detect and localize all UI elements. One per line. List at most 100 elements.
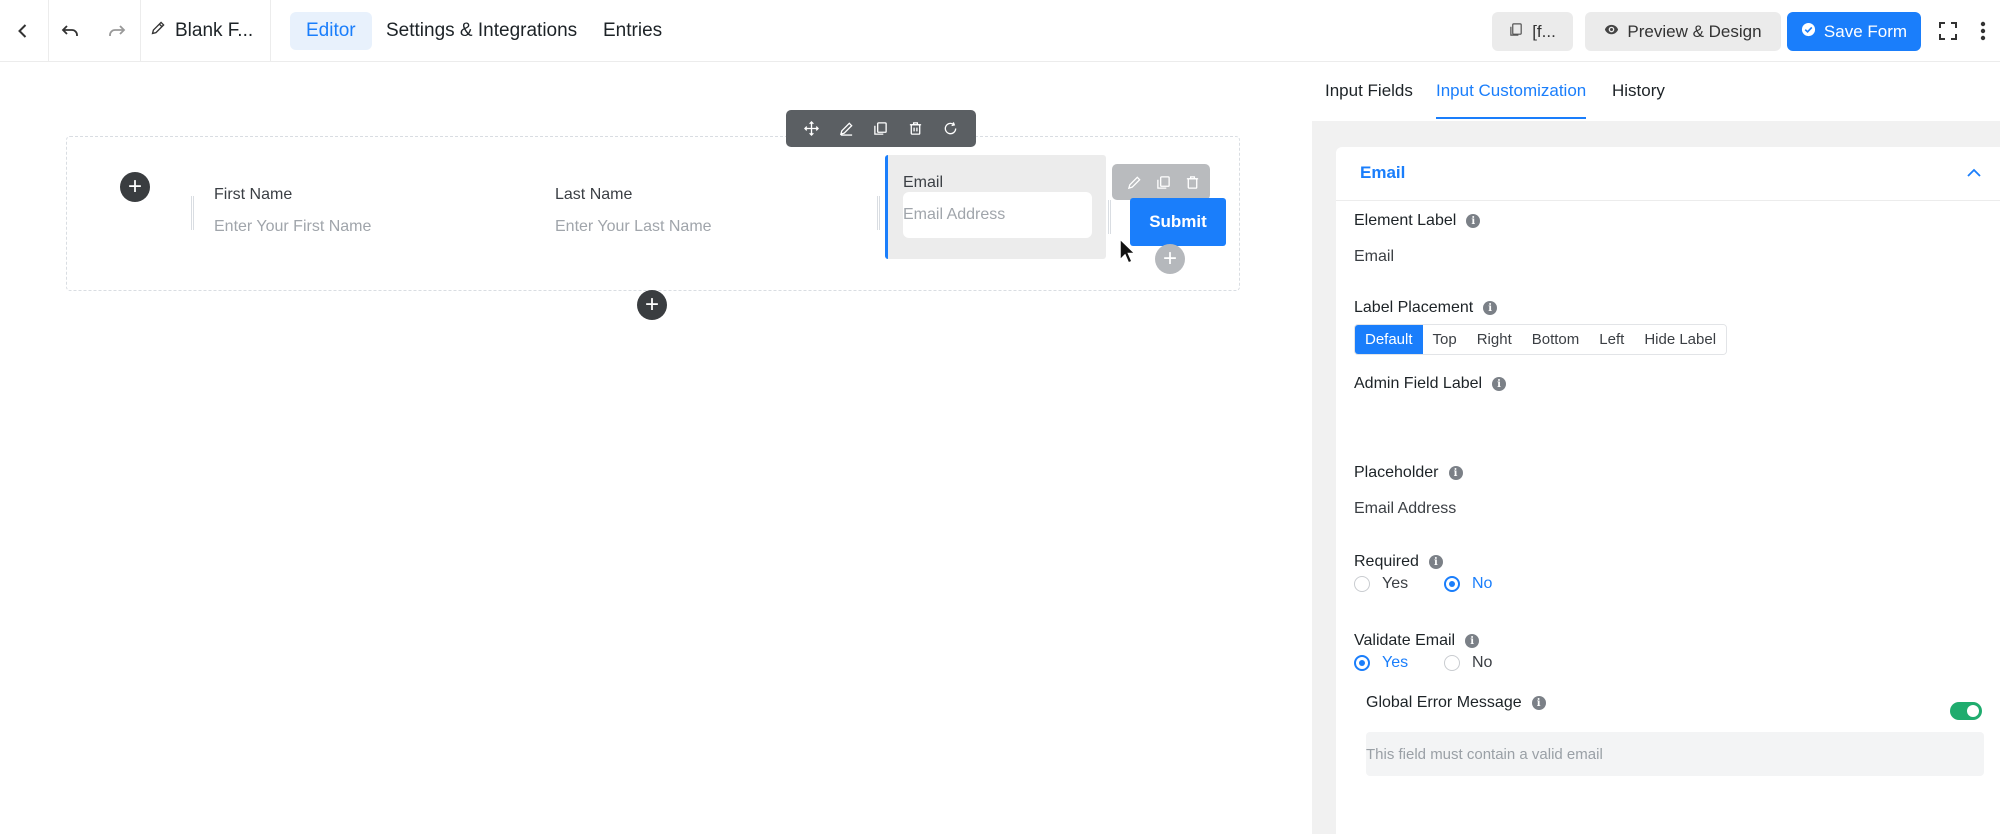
placement-top[interactable]: Top: [1422, 325, 1467, 354]
preview-design-label: Preview & Design: [1627, 21, 1762, 41]
back-icon[interactable]: [6, 14, 40, 48]
eye-icon: [1604, 22, 1619, 42]
info-icon[interactable]: i: [1492, 377, 1507, 391]
tab-input-fields[interactable]: Input Fields: [1325, 81, 1413, 117]
radio-label: No: [1472, 575, 1493, 592]
move-icon[interactable]: [802, 120, 820, 138]
radio-label: Yes: [1382, 575, 1409, 592]
radio-circle: [1444, 655, 1460, 671]
validate-email-heading: Validate Email i: [1354, 632, 1480, 650]
tab-editor[interactable]: Editor: [290, 12, 372, 50]
placement-right[interactable]: Right: [1466, 325, 1522, 354]
edit-icon[interactable]: [837, 120, 855, 138]
label-placement-heading: Label Placement i: [1354, 299, 1498, 317]
radio-circle: [1444, 576, 1460, 592]
placeholder-input[interactable]: Email Address: [1354, 500, 1456, 518]
section-header[interactable]: Email: [1336, 147, 2000, 201]
label-placement-options: Default Top Right Bottom Left Hide Label: [1354, 324, 1728, 355]
undo-icon[interactable]: [53, 14, 87, 48]
top-bar: Blank F... Editor Settings & Integration…: [0, 0, 2000, 62]
check-circle-icon: [1801, 22, 1816, 42]
preview-design-button[interactable]: Preview & Design: [1585, 12, 1781, 51]
global-error-heading: Global Error Message i: [1366, 694, 1546, 712]
first-name-placeholder[interactable]: Enter Your First Name: [214, 218, 371, 236]
required-text: Required: [1354, 553, 1419, 570]
tab-entries[interactable]: Entries: [587, 12, 678, 50]
element-label-text: Element Label: [1354, 212, 1457, 229]
redo-icon[interactable]: [100, 14, 134, 48]
placement-bottom[interactable]: Bottom: [1521, 325, 1590, 354]
admin-field-label-text: Admin Field Label: [1354, 375, 1483, 392]
submit-toolbar: [1112, 164, 1210, 200]
global-error-toggle[interactable]: [1950, 702, 1982, 720]
label-placement-text: Label Placement: [1354, 299, 1474, 316]
required-no-radio[interactable]: No: [1444, 575, 1492, 593]
global-error-text: Global Error Message: [1366, 694, 1522, 711]
form-name-text: Blank F...: [175, 19, 254, 41]
validate-email-text: Validate Email: [1354, 632, 1456, 649]
info-icon[interactable]: i: [1466, 214, 1481, 228]
last-name-label: Last Name: [555, 186, 633, 203]
more-vertical-icon[interactable]: [1968, 14, 1998, 48]
placeholder-text: Placeholder: [1354, 464, 1439, 481]
admin-field-label-input[interactable]: [1354, 409, 1954, 439]
radio-label: No: [1472, 654, 1493, 671]
first-name-label: First Name: [214, 186, 293, 203]
save-form-label: Save Form: [1823, 21, 1908, 41]
section-title: Email: [1360, 163, 1406, 182]
trash-icon[interactable]: [1185, 175, 1200, 190]
required-yes-radio[interactable]: Yes: [1354, 575, 1408, 593]
info-icon[interactable]: i: [1465, 634, 1480, 648]
radio-circle: [1354, 576, 1370, 592]
form-name[interactable]: Blank F...: [150, 19, 253, 42]
save-form-button[interactable]: Save Form: [1787, 12, 1921, 51]
email-label: Email: [903, 174, 944, 191]
info-icon[interactable]: i: [1483, 301, 1498, 315]
validate-email-no-radio[interactable]: No: [1444, 654, 1492, 672]
divider: [270, 0, 271, 62]
edit-icon: [150, 19, 167, 42]
column-divider[interactable]: [191, 196, 194, 230]
placement-hide-label[interactable]: Hide Label: [1634, 325, 1727, 354]
shortcode-label: [f...: [1532, 21, 1556, 41]
radio-circle: [1354, 655, 1370, 671]
plus-icon[interactable]: +: [120, 172, 150, 202]
admin-field-label-heading: Admin Field Label i: [1354, 375, 1507, 393]
panel-tabs: Input Fields Input Customization History: [1312, 62, 2000, 121]
column-divider[interactable]: [1108, 200, 1111, 234]
mouse-cursor-icon: [1119, 238, 1137, 264]
global-error-input[interactable]: This field must contain a valid email: [1366, 732, 1984, 776]
divider: [48, 0, 49, 62]
submit-button[interactable]: Submit: [1130, 198, 1226, 246]
copy-icon[interactable]: [872, 120, 890, 138]
element-label-input[interactable]: Email: [1354, 248, 1394, 266]
plus-icon[interactable]: +: [637, 290, 667, 320]
field-toolbar: [786, 110, 976, 147]
column-divider[interactable]: [877, 196, 880, 230]
edit-icon[interactable]: [1127, 175, 1142, 190]
info-icon[interactable]: i: [1448, 466, 1463, 480]
shortcode-button[interactable]: [f...: [1492, 12, 1573, 51]
last-name-placeholder[interactable]: Enter Your Last Name: [555, 218, 712, 236]
tab-input-customization[interactable]: Input Customization: [1436, 81, 1587, 119]
placeholder-heading: Placeholder i: [1354, 464, 1463, 482]
chevron-up-icon[interactable]: [1966, 165, 1982, 181]
info-icon[interactable]: i: [1531, 696, 1546, 710]
divider: [140, 0, 141, 62]
info-icon[interactable]: i: [1428, 555, 1443, 569]
copy-icon[interactable]: [1156, 175, 1171, 190]
placement-left[interactable]: Left: [1589, 325, 1635, 354]
placement-default[interactable]: Default: [1355, 325, 1423, 354]
settings-panel: Input Fields Input Customization History…: [1312, 62, 2000, 834]
plus-icon[interactable]: +: [1155, 244, 1185, 274]
refresh-icon[interactable]: [942, 120, 960, 138]
fullscreen-icon[interactable]: [1933, 14, 1963, 48]
validate-email-yes-radio[interactable]: Yes: [1354, 654, 1408, 672]
trash-icon[interactable]: [907, 120, 925, 138]
email-settings-card: Email Element Label i Email Label Placem…: [1336, 147, 2000, 834]
shortcode-icon: [1509, 22, 1524, 42]
tab-history[interactable]: History: [1612, 81, 1665, 117]
tab-settings-integrations[interactable]: Settings & Integrations: [370, 12, 593, 50]
required-heading: Required i: [1354, 553, 1443, 571]
element-label-heading: Element Label i: [1354, 212, 1481, 230]
